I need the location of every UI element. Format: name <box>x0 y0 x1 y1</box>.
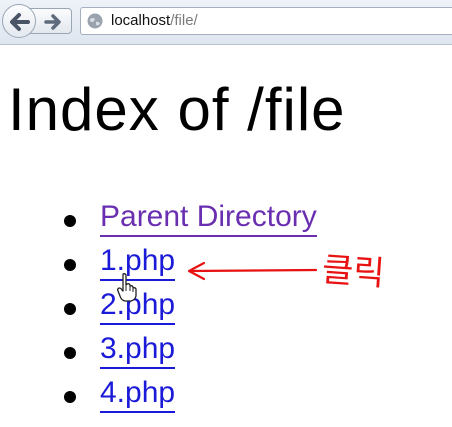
back-arrow-icon <box>10 13 30 31</box>
file-link-4-php[interactable]: 4.php <box>100 375 176 413</box>
url-text: localhost/file/ <box>111 12 198 30</box>
hand-cursor-icon <box>117 273 137 302</box>
bullet <box>64 259 76 271</box>
globe-icon <box>87 13 103 29</box>
address-bar[interactable]: localhost/file/ <box>80 7 452 35</box>
list-item: 4.php <box>0 371 452 415</box>
handwritten-click-annotation: 클릭 <box>320 249 386 295</box>
bullet <box>64 215 76 227</box>
page-content: Index of /file Parent Directory 1.php 2.… <box>0 45 452 427</box>
red-arrow-annotation <box>187 261 318 281</box>
browser-toolbar: localhost/file/ <box>0 0 452 45</box>
list-item: Parent Directory <box>0 195 452 239</box>
bullet <box>64 391 76 403</box>
bullet <box>64 303 76 315</box>
back-button[interactable] <box>2 4 36 38</box>
parent-directory-link[interactable]: Parent Directory <box>100 199 317 237</box>
list-item: 3.php <box>0 327 452 371</box>
url-host: localhost <box>111 12 171 29</box>
navigation-buttons <box>2 4 72 38</box>
file-link-3-php[interactable]: 3.php <box>100 331 176 369</box>
bullet <box>64 347 76 359</box>
forward-arrow-icon <box>44 14 61 30</box>
browser-window: localhost/file/ Index of /file Parent Di… <box>0 0 452 427</box>
url-path: /file/ <box>170 12 198 29</box>
page-title: Index of /file <box>8 76 346 143</box>
